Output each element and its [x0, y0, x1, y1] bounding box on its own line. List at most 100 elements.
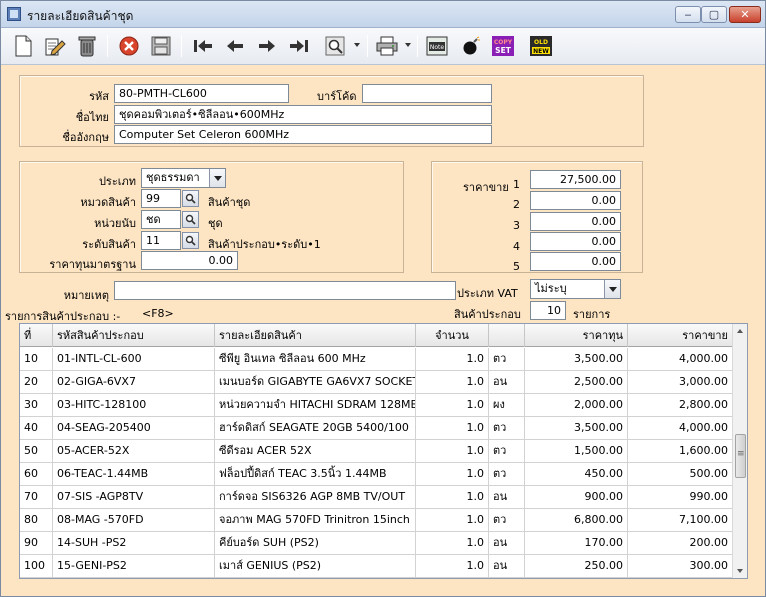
- table-cell-cost[interactable]: 3,500.00: [525, 417, 628, 440]
- edit-button[interactable]: [43, 34, 67, 58]
- components-table[interactable]: ที่ รหัสสินค้าประกอบ รายละเอียดสินค้า จำ…: [19, 323, 748, 579]
- table-cell-code[interactable]: 01-INTL-CL-600: [53, 348, 215, 371]
- table-cell-code[interactable]: 04-SEAG-205400: [53, 417, 215, 440]
- unit-lookup-button[interactable]: [182, 211, 199, 228]
- table-cell-price[interactable]: 300.00: [628, 555, 733, 578]
- sell-price-2-field[interactable]: 0.00: [530, 191, 621, 210]
- column-header-cost[interactable]: ราคาทุน: [525, 324, 628, 347]
- table-row[interactable]: 40 04-SEAG-205400 ฮาร์ดดิสก์ SEAGATE 20GB …: [20, 417, 733, 440]
- close-button[interactable]: ✕: [729, 6, 761, 23]
- table-cell-cost[interactable]: 2,500.00: [525, 371, 628, 394]
- chevron-down-icon[interactable]: [209, 169, 225, 187]
- table-cell-price[interactable]: 7,100.00: [628, 509, 733, 532]
- code-field[interactable]: 80-PMTH-CL600: [114, 84, 289, 103]
- table-cell-price[interactable]: 3,000.00: [628, 371, 733, 394]
- table-cell-price[interactable]: 500.00: [628, 463, 733, 486]
- table-cell-code[interactable]: 02-GIGA-6VX7: [53, 371, 215, 394]
- table-cell-desc[interactable]: จอภาพ MAG 570FD Trinitron 15inch: [215, 509, 416, 532]
- previous-record-button[interactable]: [223, 34, 247, 58]
- table-cell-cost[interactable]: 450.00: [525, 463, 628, 486]
- table-cell-no[interactable]: 70: [20, 486, 53, 509]
- note-button[interactable]: Note: [425, 34, 449, 58]
- table-cell-desc[interactable]: การ์ดจอ SIS6326 AGP 8MB TV/OUT: [215, 486, 416, 509]
- table-cell-desc[interactable]: ซีพียู อินเทล ซิลีลอน 600 MHz: [215, 348, 416, 371]
- table-cell-desc[interactable]: คีย์บอร์ด SUH (PS2): [215, 532, 416, 555]
- print-button[interactable]: [375, 34, 399, 58]
- table-cell-qty[interactable]: 1.0: [416, 486, 489, 509]
- table-cell-code[interactable]: 14-SUH -PS2: [53, 532, 215, 555]
- remark-field[interactable]: [114, 281, 456, 300]
- cancel-button[interactable]: [117, 34, 141, 58]
- save-button[interactable]: [149, 34, 173, 58]
- table-cell-no[interactable]: 40: [20, 417, 53, 440]
- bomb-button[interactable]: [459, 34, 483, 58]
- last-record-button[interactable]: [287, 34, 311, 58]
- type-select[interactable]: ชุดธรรมดา: [141, 168, 226, 188]
- table-cell-price[interactable]: 2,800.00: [628, 394, 733, 417]
- maximize-button[interactable]: ▢: [701, 6, 727, 23]
- table-cell-no[interactable]: 100: [20, 555, 53, 578]
- table-cell-qty[interactable]: 1.0: [416, 509, 489, 532]
- search-button[interactable]: [323, 34, 347, 58]
- column-header-unit[interactable]: [489, 324, 525, 347]
- table-cell-qty[interactable]: 1.0: [416, 348, 489, 371]
- table-cell-code[interactable]: 15-GENI-PS2: [53, 555, 215, 578]
- copy-set-button[interactable]: COPY SET: [491, 34, 515, 58]
- barcode-field[interactable]: [362, 84, 492, 103]
- table-cell-code[interactable]: 05-ACER-52X: [53, 440, 215, 463]
- table-cell-unit[interactable]: ตว: [489, 440, 525, 463]
- table-cell-qty[interactable]: 1.0: [416, 532, 489, 555]
- table-cell-no[interactable]: 50: [20, 440, 53, 463]
- level-field[interactable]: 11: [141, 231, 181, 250]
- table-cell-price[interactable]: 990.00: [628, 486, 733, 509]
- table-cell-price[interactable]: 200.00: [628, 532, 733, 555]
- table-cell-cost[interactable]: 2,000.00: [525, 394, 628, 417]
- table-cell-no[interactable]: 30: [20, 394, 53, 417]
- table-cell-code[interactable]: 08-MAG -570FD: [53, 509, 215, 532]
- sell-price-4-field[interactable]: 0.00: [530, 232, 621, 251]
- old-new-button[interactable]: OLD NEW: [529, 34, 553, 58]
- table-cell-qty[interactable]: 1.0: [416, 463, 489, 486]
- table-cell-no[interactable]: 10: [20, 348, 53, 371]
- table-cell-unit[interactable]: ตว: [489, 417, 525, 440]
- scroll-thumb[interactable]: [735, 434, 746, 478]
- table-cell-qty[interactable]: 1.0: [416, 371, 489, 394]
- table-cell-no[interactable]: 80: [20, 509, 53, 532]
- search-dropdown-arrow[interactable]: [354, 43, 360, 47]
- table-cell-desc[interactable]: เมาส์ GENIUS (PS2): [215, 555, 416, 578]
- table-cell-unit[interactable]: ผง: [489, 394, 525, 417]
- thai-name-field[interactable]: ชุดคอมพิวเตอร์•ซิลีลอน•600MHz: [114, 105, 492, 124]
- table-cell-no[interactable]: 90: [20, 532, 53, 555]
- unit-field[interactable]: ชด: [141, 210, 181, 229]
- vat-select[interactable]: ไม่ระบุ: [530, 279, 621, 299]
- table-cell-unit[interactable]: อน: [489, 555, 525, 578]
- table-cell-unit[interactable]: อน: [489, 532, 525, 555]
- std-cost-field[interactable]: 0.00: [141, 251, 238, 270]
- chevron-down-icon[interactable]: [604, 280, 620, 298]
- table-cell-desc[interactable]: ฮาร์ดดิสก์ SEAGATE 20GB 5400/100: [215, 417, 416, 440]
- table-row[interactable]: 50 05-ACER-52X ซีดีรอม ACER 52X 1.0 ตว 1,500.…: [20, 440, 733, 463]
- table-row[interactable]: 60 06-TEAC-1.44MB ฟล็อปปี้ดิสก์ TEAC 3.5นิ…: [20, 463, 733, 486]
- table-cell-unit[interactable]: ตว: [489, 509, 525, 532]
- table-cell-qty[interactable]: 1.0: [416, 555, 489, 578]
- table-cell-unit[interactable]: ตว: [489, 348, 525, 371]
- table-cell-cost[interactable]: 3,500.00: [525, 348, 628, 371]
- table-cell-cost[interactable]: 6,800.00: [525, 509, 628, 532]
- sell-price-3-field[interactable]: 0.00: [530, 212, 621, 231]
- table-cell-cost[interactable]: 170.00: [525, 532, 628, 555]
- column-header-code[interactable]: รหัสสินค้าประกอบ: [53, 324, 215, 347]
- table-cell-cost[interactable]: 250.00: [525, 555, 628, 578]
- english-name-field[interactable]: Computer Set Celeron 600MHz: [114, 125, 492, 144]
- table-cell-unit[interactable]: อน: [489, 486, 525, 509]
- table-cell-cost[interactable]: 900.00: [525, 486, 628, 509]
- table-cell-unit[interactable]: อน: [489, 371, 525, 394]
- minimize-button[interactable]: ‒: [675, 6, 701, 23]
- column-header-price[interactable]: ราคาขาย: [628, 324, 733, 347]
- table-cell-desc[interactable]: หน่วยความจำ HITACHI SDRAM 128MB: [215, 394, 416, 417]
- table-cell-qty[interactable]: 1.0: [416, 417, 489, 440]
- level-lookup-button[interactable]: [182, 232, 199, 249]
- print-dropdown-arrow[interactable]: [405, 43, 411, 47]
- category-lookup-button[interactable]: [182, 190, 199, 207]
- delete-button[interactable]: [75, 34, 99, 58]
- table-cell-price[interactable]: 4,000.00: [628, 348, 733, 371]
